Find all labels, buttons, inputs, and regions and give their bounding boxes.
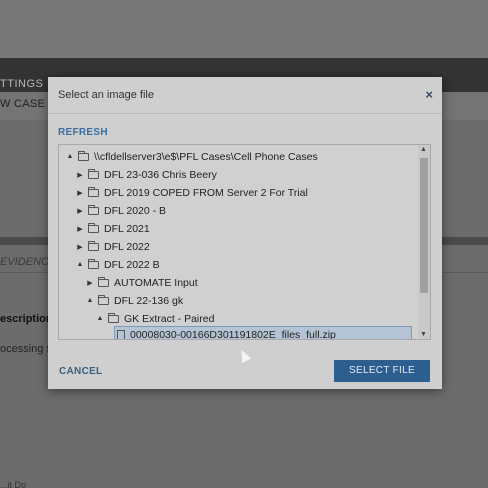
tree-item-folder[interactable]: ▶ AUTOMATE Input xyxy=(85,274,198,291)
folder-icon xyxy=(88,258,99,269)
tree-item-folder[interactable]: ▶ DFL 2019 COPED FROM Server 2 For Trial xyxy=(75,184,308,201)
tree-item-label: DFL 23-036 Chris Beery xyxy=(104,168,217,181)
tree-item-root[interactable]: ▲ \\cfldellserver3\e$\PFL Cases\Cell Pho… xyxy=(65,148,318,165)
folder-icon xyxy=(88,186,99,197)
footer-text: ...it Do xyxy=(0,480,27,488)
folder-icon xyxy=(98,294,109,305)
collapsed-icon[interactable]: ▶ xyxy=(75,189,85,197)
scroll-down-icon[interactable]: ▼ xyxy=(420,331,427,338)
folder-icon xyxy=(88,204,99,215)
tree-item-label: \\cfldellserver3\e$\PFL Cases\Cell Phone… xyxy=(94,150,318,163)
file-tree[interactable]: ▲ \\cfldellserver3\e$\PFL Cases\Cell Pho… xyxy=(58,144,431,340)
folder-icon xyxy=(98,276,109,287)
collapsed-icon[interactable]: ▶ xyxy=(75,171,85,179)
dialog-header: Select an image file × xyxy=(48,77,442,114)
tree-item-folder[interactable]: ▶ DFL 2022 xyxy=(75,238,150,255)
close-icon[interactable]: × xyxy=(425,87,433,102)
dialog-title: Select an image file xyxy=(58,89,154,101)
collapsed-icon[interactable]: ▶ xyxy=(75,207,85,215)
processing-label: ocessing s xyxy=(0,343,52,355)
folder-icon xyxy=(88,168,99,179)
tree-item-label: DFL 2020 - B xyxy=(104,204,167,217)
app-top-bar xyxy=(0,0,488,58)
folder-icon xyxy=(78,150,89,161)
tree-item-folder[interactable]: ▶ DFL 23-036 Chris Beery xyxy=(75,166,217,183)
tree-item-label: DFL 2021 xyxy=(104,222,150,235)
expanded-icon[interactable]: ▲ xyxy=(75,261,85,268)
tree-scrollbar[interactable]: ▲ ▼ xyxy=(418,145,430,339)
tree-item-label: AUTOMATE Input xyxy=(114,276,198,289)
collapsed-icon[interactable]: ▶ xyxy=(75,225,85,233)
tree-item-folder[interactable]: ▲ DFL 2022 B xyxy=(75,256,160,273)
folder-icon xyxy=(88,222,99,233)
folder-icon xyxy=(108,312,119,323)
expanded-icon[interactable]: ▲ xyxy=(65,153,75,160)
cancel-button[interactable]: CANCEL xyxy=(59,366,102,377)
tree-item-folder[interactable]: ▶ DFL 2020 - B xyxy=(75,202,166,219)
expanded-icon[interactable]: ▲ xyxy=(95,315,105,322)
tree-item-label: GK Extract - Paired xyxy=(124,312,215,325)
tree-item-folder[interactable]: ▶ DFL 2021 xyxy=(75,220,150,237)
description-label: escription xyxy=(0,313,53,325)
collapsed-icon[interactable]: ▶ xyxy=(75,243,85,251)
scroll-thumb[interactable] xyxy=(420,158,428,293)
collapsed-icon[interactable]: ▶ xyxy=(85,279,95,287)
folder-icon xyxy=(88,240,99,251)
refresh-button[interactable]: REFRESH xyxy=(58,127,108,138)
new-case-label[interactable]: W CASE xyxy=(0,98,45,110)
tree-item-label: 00008030-00166D301191802E_files_full.zip xyxy=(130,328,336,340)
file-icon xyxy=(117,329,125,339)
file-tree-content: ▲ \\cfldellserver3\e$\PFL Cases\Cell Pho… xyxy=(59,145,419,340)
tree-item-folder[interactable]: ▲ GK Extract - Paired xyxy=(95,310,214,327)
select-image-dialog: Select an image file × REFRESH ▲ \\cflde… xyxy=(48,77,442,389)
tab-settings[interactable]: TTINGS xyxy=(0,78,43,90)
tree-item-folder[interactable]: ▲ DFL 22-136 gk xyxy=(85,292,183,309)
tree-item-file-selected[interactable]: 00008030-00166D301191802E_files_full.zip xyxy=(114,326,412,340)
tree-item-label: DFL 2022 xyxy=(104,240,150,253)
tree-item-label: DFL 2019 COPED FROM Server 2 For Trial xyxy=(104,186,308,199)
tree-item-label: DFL 2022 B xyxy=(104,258,160,271)
tree-item-label: DFL 22-136 gk xyxy=(114,294,184,307)
select-file-button[interactable]: SELECT FILE xyxy=(334,360,430,382)
scroll-up-icon[interactable]: ▲ xyxy=(420,146,427,153)
expanded-icon[interactable]: ▲ xyxy=(85,297,95,304)
